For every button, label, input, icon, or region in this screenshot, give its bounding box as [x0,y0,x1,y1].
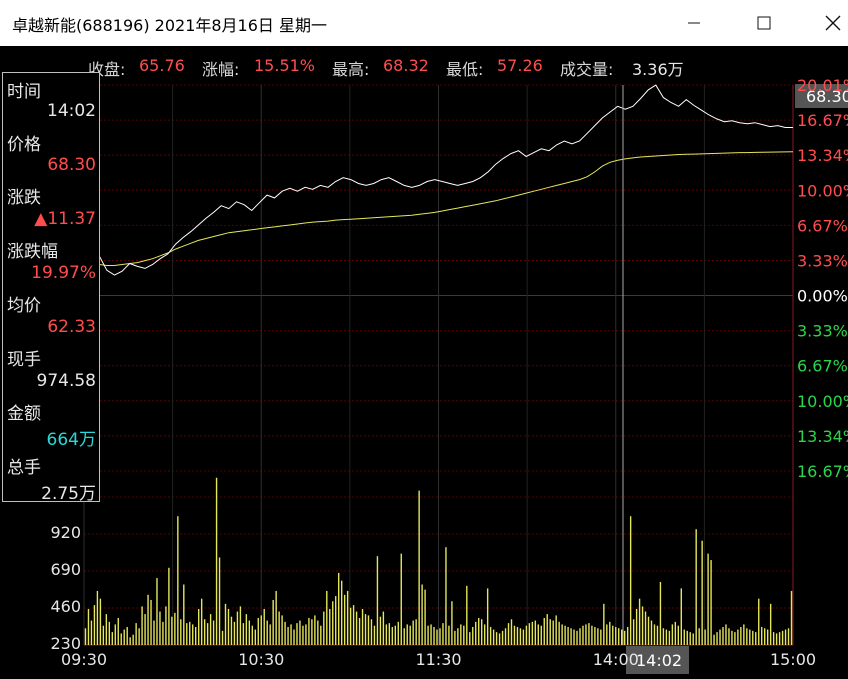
time-tag-text: 14:02 [636,651,682,670]
right-axis-tick: 13.34% [797,146,848,165]
time-value: 14:02 [47,101,96,121]
change-label: 涨幅: [202,60,240,79]
price-label: 价格 [7,135,41,155]
chart-grid [83,84,794,646]
time-axis-tick: 14:00 [593,650,639,669]
avg-price-value: 62.33 [47,317,96,337]
right-axis-tick: 10.00% [797,392,848,411]
right-axis-tick: 16.67% [797,111,848,130]
low-value: 57.26 [497,56,543,75]
time-axis-tick: 09:30 [61,650,107,669]
right-axis: 20.01%16.67%13.34%10.00%6.67%3.33%0.00%3… [797,76,848,481]
volume-axis-tick: 460 [50,597,81,616]
right-axis-tick: 6.67% [797,216,848,235]
volume-label: 成交量: [560,60,614,79]
time-axis-tick: 10:30 [238,650,284,669]
change-value: 15.51% [254,56,316,75]
last-hand-value: 974.58 [36,371,96,391]
change-pct-value: 19.97% [31,263,96,283]
time-label: 时间 [7,82,41,102]
volume-value: 3.36万 [632,60,684,79]
time-axis: 09:30 10:30 11:30 14:00 15:00 [61,650,816,669]
summary-bar: 收盘: 65.76 涨幅: 15.51% 最高: 68.32 最低: 57.26… [0,52,848,80]
right-axis-tick: 3.33% [797,322,848,341]
right-axis-tick: 13.34% [797,427,848,446]
total-hand-value: 2.75万 [41,484,96,504]
right-axis-tick: 10.00% [797,181,848,200]
avg-price-label: 均价 [7,296,41,316]
right-axis-tick: 6.67% [797,357,848,376]
total-hand-label: 总手 [7,458,41,478]
intraday-chart[interactable]: 68.3014:02 20.01%16.67%13.34%10.00%6.67%… [0,0,848,679]
volume-axis-tick: 920 [50,523,81,542]
time-axis-tick: 11:30 [415,650,461,669]
amount-value: 664万 [46,430,96,450]
high-value: 68.32 [383,56,429,75]
right-axis-tick: 16.67% [797,462,848,481]
volume-axis: 920690460230 [50,523,81,653]
change-label: 涨跌 [7,188,41,208]
change-pct-label: 涨跌幅 [7,242,58,262]
crosshair: 68.3014:02 [622,84,848,674]
high-label: 最高: [332,60,370,79]
amount-label: 金额 [7,404,41,424]
price-value: 68.30 [47,155,96,175]
close-value: 65.76 [139,56,185,75]
low-label: 最低: [446,60,484,79]
last-hand-label: 现手 [7,350,41,370]
volume-axis-tick: 690 [50,560,81,579]
crosshair-info-panel: 时间 14:02 价格 68.30 涨跌 ▲11.37 涨跌幅 19.97% 均… [2,72,100,504]
time-axis-tick: 15:00 [770,650,816,669]
right-axis-tick: 0.00% [797,287,848,306]
right-axis-tick: 3.33% [797,251,848,270]
change-value: ▲11.37 [34,209,96,229]
